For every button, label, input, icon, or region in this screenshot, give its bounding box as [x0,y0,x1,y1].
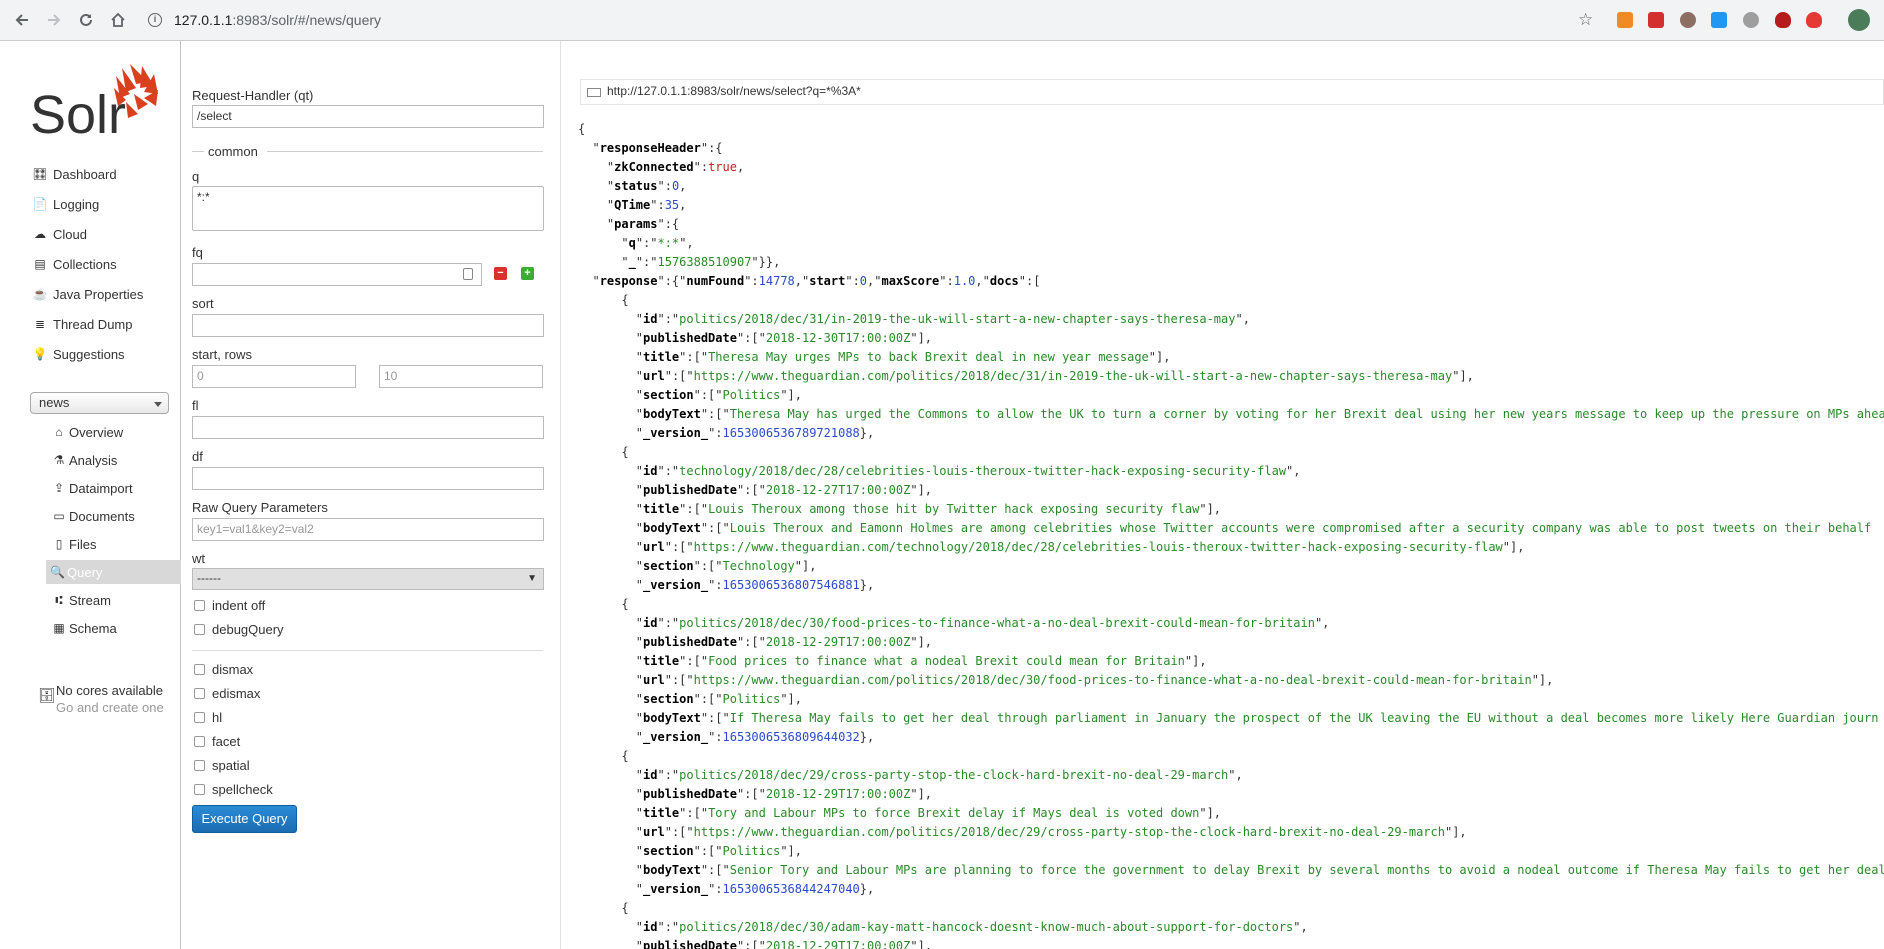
fl-input[interactable] [192,416,544,439]
menu-item-thread-dump[interactable]: ≣ Thread Dump [32,313,133,335]
q-textarea[interactable]: *:* [192,186,544,231]
q-label: q [192,169,200,184]
cloud-icon: ☁ [34,227,46,241]
dataimport-icon: ⇪ [53,481,65,495]
link-icon [587,88,601,97]
core-menu-dataimport[interactable]: ⇪ Dataimport [48,476,181,500]
chevron-down-icon: ▼ [527,573,537,584]
rows-input[interactable]: 10 [379,365,543,388]
execute-query-button[interactable]: Execute Query [192,805,297,833]
clipboard-icon [463,268,473,280]
address-bar[interactable]: i 127.0.1.1:8983/solr/#/news/query [140,6,1580,35]
query-form: Request-Handler (qt) /select common q *:… [181,41,561,949]
spatial-checkbox[interactable]: spatial [192,758,250,773]
info-icon[interactable]: i [148,13,162,27]
home-icon: ⌂ [55,425,63,439]
schema-icon: ▦ [53,621,65,635]
extension-icon[interactable] [1743,12,1759,28]
menu-item-suggestions[interactable]: 💡 Suggestions [32,343,125,365]
reload-icon[interactable] [74,8,98,32]
facet-checkbox[interactable]: facet [192,734,240,749]
browser-toolbar: i 127.0.1.1:8983/solr/#/news/query ☆ [0,0,1884,41]
hl-checkbox[interactable]: hl [192,710,222,725]
start-rows-label: start, rows [192,347,252,362]
remove-fq-button[interactable]: − [494,267,507,280]
core-menu-overview[interactable]: ⌂ Overview [48,420,181,444]
home-icon[interactable] [106,8,130,32]
bookmark-star-icon[interactable]: ☆ [1578,10,1593,30]
menu-item-java-properties[interactable]: ☕ Java Properties [32,283,144,305]
request-url-link[interactable]: http://127.0.1.1:8983/solr/news/select?q… [580,79,1884,105]
response-panel: http://127.0.1.1:8983/solr/news/select?q… [562,41,1884,949]
df-input[interactable] [192,467,544,490]
query-icon: 🔍 [50,565,65,579]
core-menu-stream[interactable]: ⑆ Stream [48,588,181,612]
collections-icon: ▤ [34,257,46,271]
core-selector[interactable]: news [30,392,169,414]
chevron-down-icon [154,402,162,407]
fl-label: fl [192,398,199,413]
files-icon: ▯ [55,537,63,551]
raw-query-label: Raw Query Parameters [192,500,328,515]
svg-text:Solr: Solr [30,85,126,140]
core-menu-query[interactable]: 🔍 Query [46,560,181,584]
debug-query-checkbox[interactable]: debugQuery [192,622,284,637]
thread-dump-icon: ≣ [34,317,46,331]
response-json: { "responseHeader":{ "zkConnected":true,… [578,122,1884,949]
menu-item-cloud[interactable]: ☁ Cloud [32,223,87,245]
menu-item-dashboard[interactable]: 🎛 Dashboard [32,163,116,185]
database-icon: 🗄 [38,687,56,703]
extension-icon[interactable] [1648,12,1664,28]
menu-item-logging[interactable]: 📄 Logging [32,193,100,215]
request-handler-input[interactable]: /select [192,105,544,128]
core-menu-analysis[interactable]: ⚗ Analysis [48,448,181,472]
documents-icon: ▭ [53,509,65,523]
wt-label: wt [192,551,205,566]
add-fq-button[interactable]: + [521,267,534,280]
sort-input[interactable] [192,314,544,337]
menu-item-collections[interactable]: ▤ Collections [32,253,116,275]
common-fieldset-legend: common [192,144,543,159]
core-menu-documents[interactable]: ▭ Documents [48,504,181,528]
core-menu-files[interactable]: ▯ Files [48,532,181,556]
address-url: 127.0.1.1:8983/solr/#/news/query [174,12,382,28]
df-label: df [192,449,203,464]
solr-logo: Solr [30,64,158,140]
d3-extension-icon[interactable] [1617,12,1633,28]
wt-select[interactable]: ------ ▼ [192,568,544,590]
dismax-checkbox[interactable]: dismax [192,662,253,677]
indent-off-checkbox[interactable]: indent off [192,598,265,613]
edismax-checkbox[interactable]: edismax [192,686,260,701]
profile-avatar[interactable] [1848,9,1870,31]
spellcheck-checkbox[interactable]: spellcheck [192,782,273,797]
extension-icon[interactable] [1680,12,1696,28]
stream-icon: ⑆ [55,593,63,607]
sort-label: sort [192,296,214,311]
extension-icon[interactable] [1806,12,1822,28]
core-menu-schema[interactable]: ▦ Schema [48,616,181,640]
forward-icon[interactable] [42,8,66,32]
extension-icon[interactable] [1711,12,1727,28]
analysis-icon: ⚗ [53,453,65,467]
dashboard-icon: 🎛 [32,167,48,181]
fq-input[interactable] [192,263,482,286]
logging-icon: 📄 [32,197,48,211]
fq-label: fq [192,245,203,260]
raw-query-input[interactable]: key1=val1&key2=val2 [192,518,544,541]
back-icon[interactable] [10,8,34,32]
start-input[interactable]: 0 [192,365,356,388]
request-handler-label: Request-Handler (qt) [192,88,314,103]
suggestions-icon: 💡 [32,347,48,361]
ublock-icon[interactable] [1775,12,1791,28]
form-divider [192,650,543,651]
java-icon: ☕ [32,287,48,301]
